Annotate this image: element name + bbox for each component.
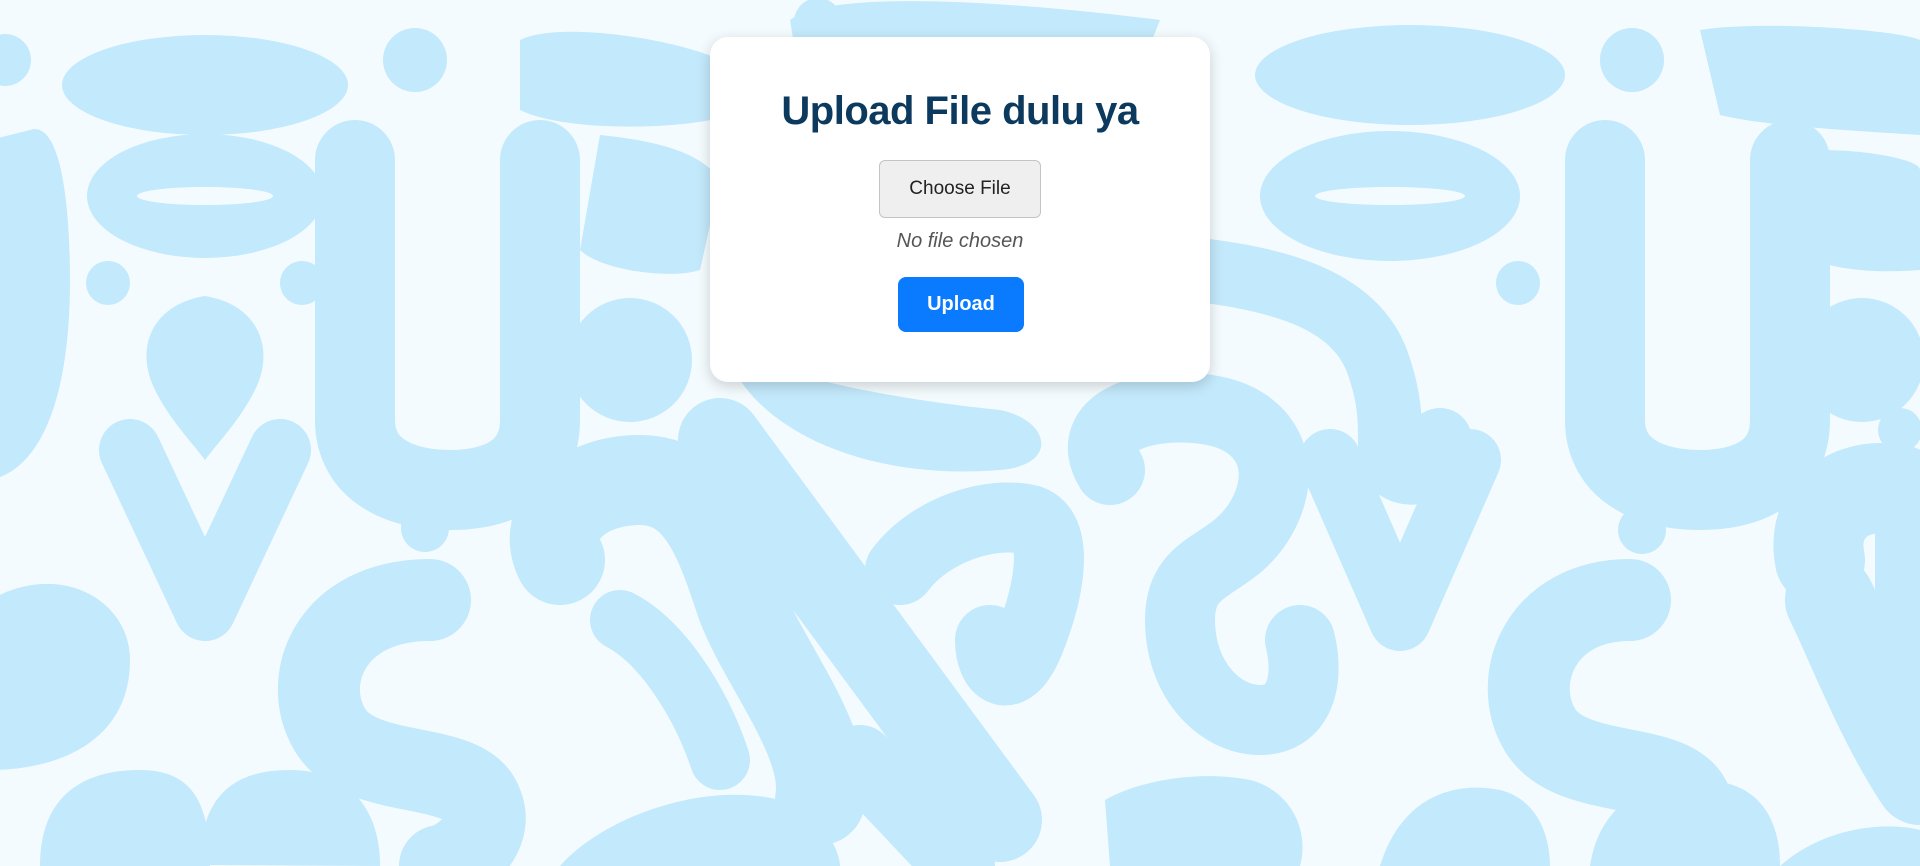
- blob-shape: [1255, 25, 1565, 125]
- blob-shape: [1800, 150, 1920, 272]
- blob-shape: [62, 35, 348, 135]
- blob-shape: [0, 129, 70, 478]
- choose-file-button[interactable]: Choose File: [879, 160, 1041, 218]
- blob-shape: [1565, 120, 1830, 530]
- blob-shape: [383, 28, 447, 92]
- blob-shape: [86, 261, 130, 305]
- blob-shape: [315, 120, 580, 530]
- blob-shape: [1600, 28, 1664, 92]
- blob-shape: [1800, 298, 1920, 422]
- blob-shape: [520, 31, 720, 127]
- upload-card: Upload File dulu ya Choose File No file …: [710, 37, 1210, 382]
- blob-shape: [1780, 826, 1920, 866]
- file-status-text: No file chosen: [896, 230, 1024, 252]
- blob-shape: [40, 770, 210, 866]
- blob-shape: [1496, 261, 1540, 305]
- blob-shape: [580, 135, 720, 274]
- blob-shape: [1878, 408, 1920, 452]
- blob-shape: [1105, 776, 1303, 866]
- blob-shape: [401, 504, 449, 552]
- blob-shape: [1618, 506, 1666, 554]
- blob-shape: [0, 34, 31, 86]
- blob-shape: [99, 419, 311, 641]
- blob-shape: [1700, 25, 1920, 135]
- blob-shape: [568, 298, 692, 422]
- blob-shape: [1773, 443, 1920, 825]
- blob-shape: [146, 296, 264, 460]
- blob-shape: [1196, 548, 1240, 592]
- page-title: Upload File dulu ya: [781, 89, 1139, 133]
- blob-shape: [590, 590, 750, 790]
- blob-shape: [0, 583, 130, 770]
- upload-button[interactable]: Upload: [898, 277, 1024, 332]
- blob-shape: [1380, 787, 1550, 866]
